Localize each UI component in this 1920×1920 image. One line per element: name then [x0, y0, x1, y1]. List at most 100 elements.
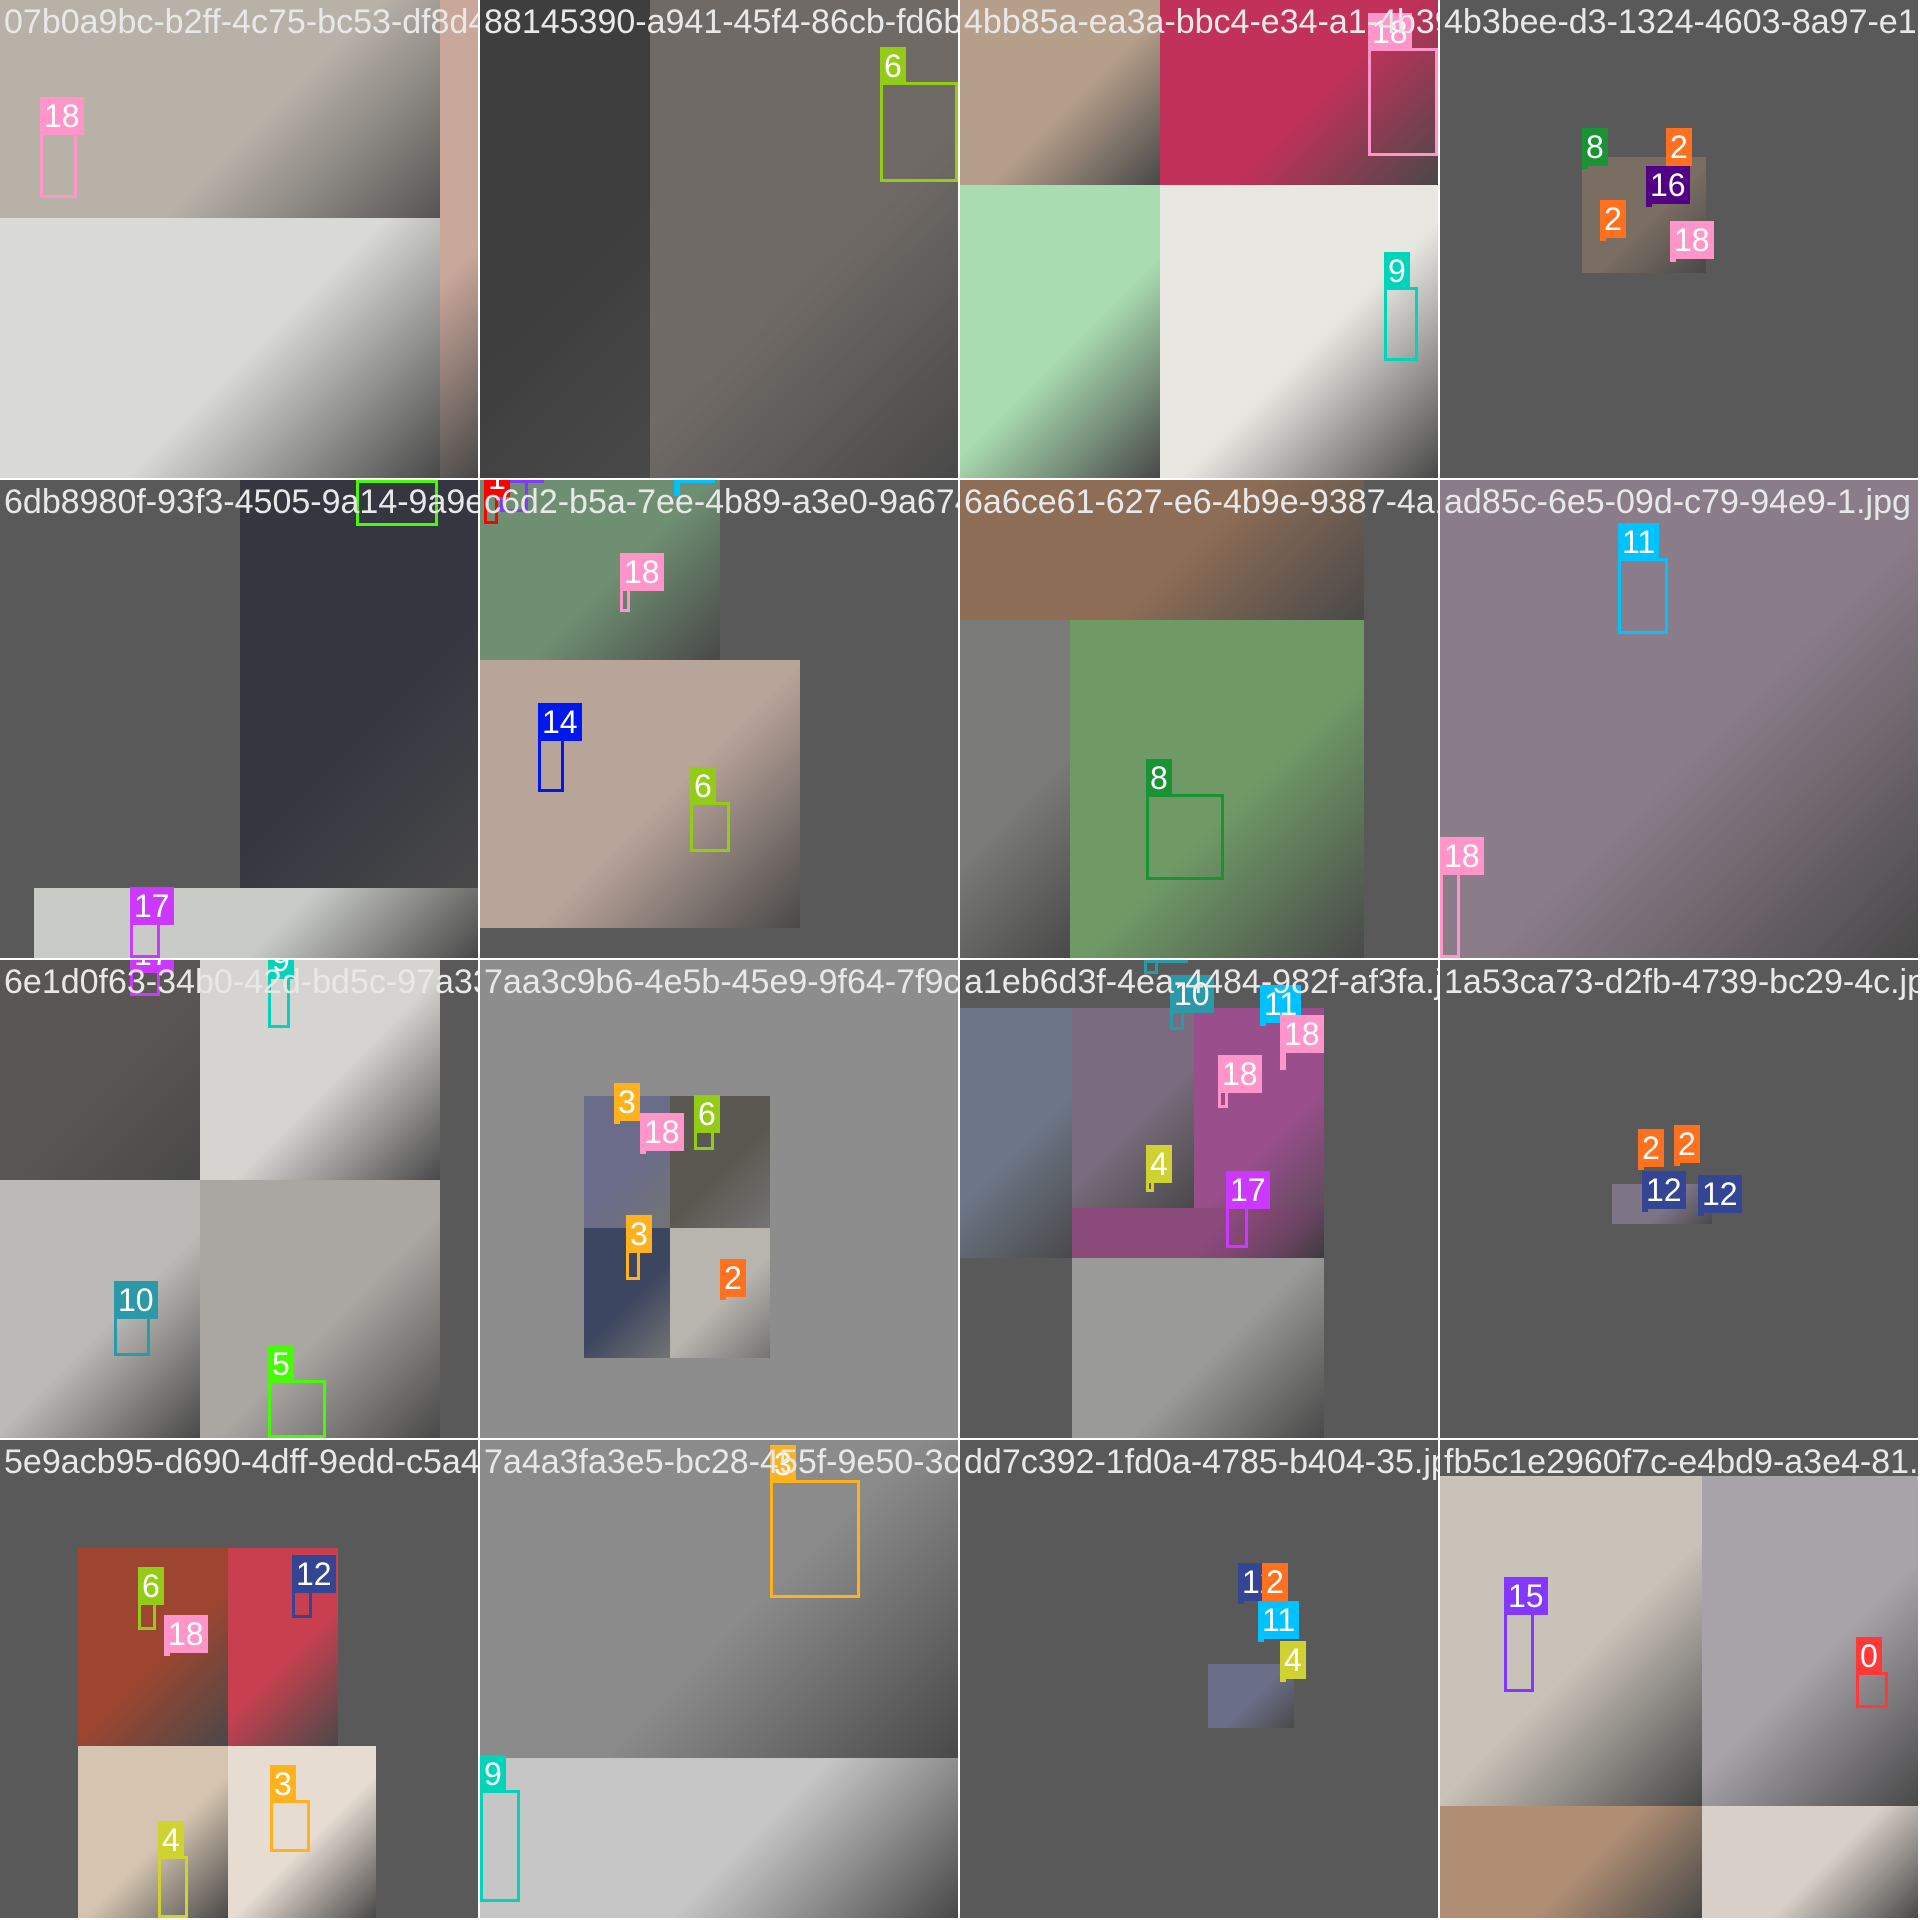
bounding-box: 3: [626, 1215, 652, 1280]
photo-region: [78, 1746, 228, 1918]
class-label: 4: [158, 1821, 184, 1859]
class-label: 10: [114, 1281, 158, 1319]
image-tile: 6a6ce61-627-e6-4b9e-9387-4a18.jpg8: [960, 480, 1438, 958]
class-label: 18: [640, 1113, 684, 1151]
class-label: 15: [1504, 1577, 1548, 1615]
image-tile: 6db8980f-93f3-4505-9a14-9a9e16245662.jpg…: [0, 480, 478, 958]
bounding-box: 3: [614, 1083, 640, 1124]
bounding-box: 6: [690, 767, 730, 852]
class-label: 2: [1600, 200, 1626, 238]
class-label: 0: [1856, 1637, 1882, 1675]
bounding-box: 6: [880, 47, 958, 182]
class-label: 6: [694, 1095, 720, 1133]
class-label: 17: [130, 887, 174, 925]
class-label: 4: [1280, 1641, 1306, 1679]
class-label: 9: [268, 960, 294, 979]
bounding-box: 17: [130, 960, 174, 996]
photo-region: [1072, 1208, 1324, 1258]
class-label: 18: [620, 553, 664, 591]
bounding-box: 18: [1368, 13, 1438, 156]
class-label: 12: [292, 1555, 336, 1593]
class-label: 2: [720, 1259, 746, 1297]
bounding-box: 4: [158, 1821, 188, 1918]
photo-region: [960, 0, 1160, 185]
bounding-box: 9: [268, 960, 294, 1028]
bounding-box: 4: [1146, 1145, 1172, 1192]
image-tile: ad85c-6e5-09d-c79-94e9-1.jpg 11 18: [1440, 480, 1918, 958]
photo-region: [1072, 1258, 1324, 1438]
image-tile: 1a53ca73-d2fb-4739-bc29-4c.jpg 2 2 12 12: [1440, 960, 1918, 1438]
image-tile: 4bb85a-ea3a-bbc4-e34-a1-4b39ae05c1a1.jpg…: [960, 0, 1438, 478]
image-tile: 88145390-a941-45f4-86cb-fd6b4d5a31ba.jpg…: [480, 0, 958, 478]
bounding-box: 1: [484, 480, 510, 524]
class-label: 18: [1670, 221, 1714, 259]
bounding-box: 15: [1504, 1577, 1548, 1692]
image-tile: 6e1d0f63-34b0-42d-bd5c-97a33b64628b.jpg1…: [0, 960, 478, 1438]
class-label: 17: [1226, 1171, 1270, 1209]
tile-filename: 4b3bee-d3-1324-4603-8a97-e1.jpg: [1444, 3, 1918, 41]
bounding-box: 11: [1258, 1601, 1300, 1642]
class-label: 17: [130, 960, 174, 973]
bounding-box: 16: [1646, 166, 1690, 207]
photo-region: [960, 620, 1070, 958]
bounding-box: 11: [1260, 985, 1302, 1026]
class-label: 18: [164, 1615, 208, 1653]
class-label: 16: [1646, 166, 1690, 204]
class-label: 5: [356, 480, 382, 483]
photo-region: [200, 960, 440, 1180]
photo-region: [1702, 1806, 1918, 1918]
bounding-box: 10: [1144, 960, 1188, 974]
bounding-box: 11: [674, 480, 716, 496]
photo-region: [960, 480, 1364, 620]
tile-filename: 1a53ca73-d2fb-4739-bc29-4c.jpg: [1444, 963, 1918, 1001]
bounding-box: 12: [1238, 1563, 1282, 1604]
class-label: 18: [40, 97, 84, 135]
image-tile: 7a4a3fa3e5-bc28-455f-9e50-3cf7.jpg39: [480, 1440, 958, 1918]
class-label: 5: [268, 1345, 294, 1383]
bounding-box: 17: [130, 887, 174, 958]
bounding-box: 2: [720, 1259, 746, 1300]
bounding-box: 12: [1642, 1171, 1686, 1212]
tile-filename: 7aa3c9b6-4e5b-45e9-9f64-7f9c69c7fcb.jpg: [484, 963, 958, 1001]
bounding-box: 3: [770, 1445, 860, 1598]
bounding-box: 14: [538, 703, 582, 792]
bounding-box: 2: [1638, 1129, 1664, 1170]
image-tile: fb5c1e2960f7c-e4bd9-a3e4-81.jpg 15 0: [1440, 1440, 1918, 1918]
image-tile: 07b0a9bc-b2ff-4c75-bc53-df8d4533902a.jpg…: [0, 0, 478, 478]
class-label: 2: [1638, 1129, 1664, 1167]
bounding-box: 18: [1280, 1015, 1324, 1070]
class-label: 6: [690, 767, 716, 805]
class-label: 12: [1698, 1175, 1742, 1213]
bounding-box: 2: [1600, 200, 1626, 241]
bounding-box: 4: [1280, 1641, 1306, 1682]
class-label: 11: [1618, 523, 1660, 561]
class-label: 3: [626, 1215, 652, 1253]
bounding-box: 18: [1218, 1055, 1262, 1108]
image-tile: dd7c392-1fd0a-4785-b404-35.jpg 12 2 11 4: [960, 1440, 1438, 1918]
class-label: 1: [484, 480, 510, 497]
photo-region: [240, 480, 478, 888]
photo-region: [960, 1008, 1072, 1258]
class-label: 2: [1674, 1125, 1700, 1163]
class-label: 18: [1218, 1055, 1262, 1093]
image-tile: 5e9acb95-d690-4dff-9edd-c5a4e8e3a9f.jpg 6…: [0, 1440, 478, 1918]
bounding-box: 18: [620, 553, 664, 612]
class-label: 18: [1280, 1015, 1324, 1053]
image-tile: a1eb6d3f-4ea-4484-982f-af3fa.jpg10101118…: [960, 960, 1438, 1438]
photo-region: [960, 185, 1160, 478]
tile-filename: dd7c392-1fd0a-4785-b404-35.jpg: [964, 1443, 1438, 1481]
bounding-box: 12: [1698, 1175, 1742, 1216]
class-label: 3: [270, 1765, 296, 1803]
class-label: 10: [1144, 960, 1188, 963]
photo-region: [1440, 1806, 1702, 1918]
bounding-box: 2: [1674, 1125, 1700, 1166]
bounding-box: 9: [1384, 252, 1418, 361]
bounding-box: 18: [640, 1113, 684, 1154]
image-tile: 7aa3c9b6-4e5b-45e9-9f64-7f9c69c7fcb.jpg 3…: [480, 960, 958, 1438]
bounding-box: 6: [138, 1567, 164, 1630]
bounding-box: 8: [1146, 759, 1224, 880]
class-label: 9: [1384, 252, 1410, 290]
class-label: 11: [1258, 1601, 1300, 1639]
photo-region: [480, 660, 800, 928]
photo-region: [480, 1440, 958, 1758]
